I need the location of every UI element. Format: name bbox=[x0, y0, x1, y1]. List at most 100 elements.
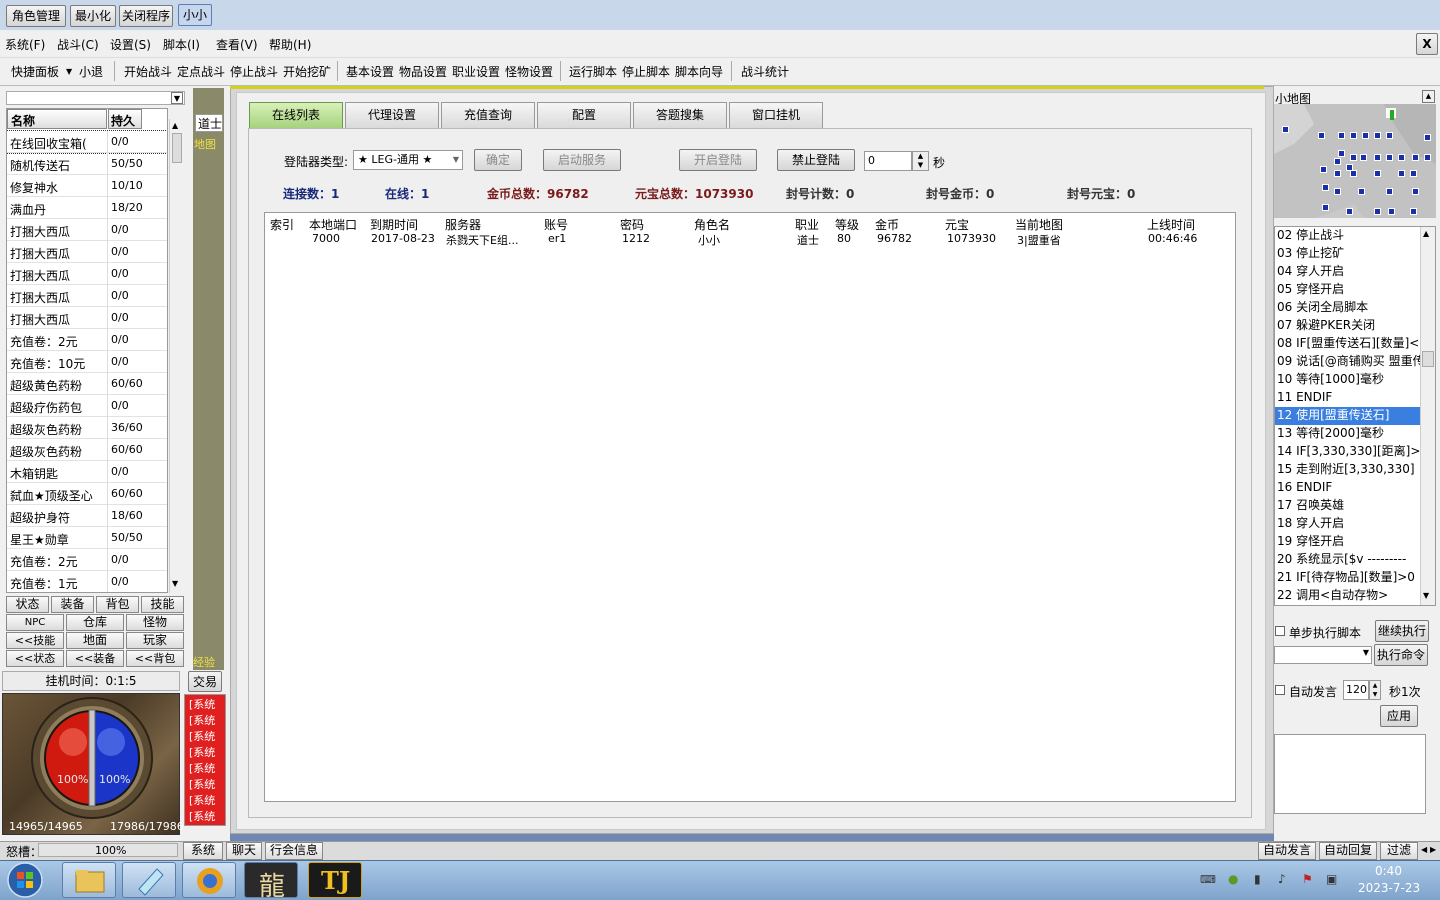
script-line[interactable]: 21 IF[待存物品][数量]>0 bbox=[1275, 569, 1421, 587]
combat-stats-button[interactable]: 战斗统计 bbox=[741, 63, 789, 80]
item-settings-button[interactable]: 物品设置 bbox=[399, 63, 447, 80]
col-map[interactable]: 当前地图 bbox=[1015, 216, 1063, 233]
script-line[interactable]: 13 等待[2000]毫秒 bbox=[1275, 425, 1421, 443]
inventory-row[interactable]: 打捆大西瓜 0/0 bbox=[7, 307, 167, 329]
cell-password[interactable]: 1212 bbox=[622, 232, 650, 245]
clock-date[interactable]: 2023-7-23 bbox=[1358, 881, 1420, 895]
collapse-icon[interactable]: ▲ bbox=[1422, 90, 1435, 103]
inventory-row[interactable]: 充值卷：1元 0/0 bbox=[7, 571, 167, 592]
chat-tab-system[interactable]: 系统 bbox=[183, 842, 223, 860]
cell-yuanbao[interactable]: 1073930 bbox=[947, 232, 996, 245]
tab-back-status[interactable]: <<状态 bbox=[6, 650, 64, 667]
inventory-row[interactable]: 修复神水 10/10 bbox=[7, 175, 167, 197]
cell-server[interactable]: 杀戮天下E组... bbox=[446, 232, 518, 248]
tab-bag[interactable]: 背包 bbox=[96, 596, 139, 613]
interval-spinner[interactable]: ▲ ▼ bbox=[1369, 680, 1381, 700]
cell-account[interactable]: er1 bbox=[548, 232, 566, 245]
inventory-row[interactable]: 打捆大西瓜 0/0 bbox=[7, 285, 167, 307]
scroll-down-icon[interactable]: ▼ bbox=[172, 579, 178, 588]
role-manage-button[interactable]: 角色管理 bbox=[6, 5, 66, 27]
inventory-row[interactable]: 超级灰色药粉 36/60 bbox=[7, 417, 167, 439]
inventory-row[interactable]: 在线回收宝箱(0/0 bbox=[7, 130, 167, 154]
chevron-down-icon[interactable]: ▼ bbox=[453, 151, 459, 169]
script-line[interactable]: 12 使用[盟重传送石] bbox=[1275, 407, 1421, 425]
tab-back-skills[interactable]: <<技能 bbox=[6, 632, 64, 649]
col-online-time[interactable]: 上线时间 bbox=[1147, 216, 1195, 233]
small-button[interactable]: 小小 bbox=[178, 4, 212, 26]
trade-button[interactable]: 交易 bbox=[188, 671, 222, 692]
col-role[interactable]: 角色名 bbox=[694, 216, 730, 233]
flag-icon[interactable]: ⚑ bbox=[1302, 872, 1313, 886]
script-line[interactable]: 17 召唤英雄 bbox=[1275, 497, 1421, 515]
tab-status[interactable]: 状态 bbox=[6, 596, 49, 613]
inventory-filter[interactable] bbox=[6, 91, 185, 105]
cell-class[interactable]: 道士 bbox=[797, 232, 819, 248]
tab-back-bag[interactable]: <<背包 bbox=[126, 650, 184, 667]
app-tray-icon[interactable]: ● bbox=[1228, 872, 1238, 886]
inventory-row[interactable]: 打捆大西瓜 0/0 bbox=[7, 219, 167, 241]
login-type-select[interactable]: ★ LEG-通用 ★ ▼ bbox=[353, 150, 463, 170]
notepad-icon[interactable] bbox=[122, 862, 176, 898]
explorer-icon[interactable] bbox=[62, 862, 116, 898]
exec-command-button[interactable]: 执行命令 bbox=[1374, 644, 1428, 666]
tab-proxy-settings[interactable]: 代理设置 bbox=[345, 102, 439, 128]
scroll-thumb[interactable] bbox=[1422, 351, 1434, 367]
minimize-button[interactable]: 最小化 bbox=[70, 5, 116, 27]
tab-recharge-query[interactable]: 充值查询 bbox=[441, 102, 535, 128]
menu-view[interactable]: 查看(V) bbox=[216, 36, 258, 53]
menu-combat[interactable]: 战斗(C) bbox=[57, 36, 99, 53]
minimap[interactable] bbox=[1274, 104, 1436, 218]
menu-help[interactable]: 帮助(H) bbox=[269, 36, 311, 53]
open-login-button[interactable]: 开启登陆 bbox=[679, 149, 757, 171]
apply-button[interactable]: 应用 bbox=[1380, 705, 1418, 727]
menu-settings[interactable]: 设置(S) bbox=[110, 36, 151, 53]
inventory-row[interactable]: 打捆大西瓜 0/0 bbox=[7, 241, 167, 263]
auto-speak-checkbox[interactable] bbox=[1275, 685, 1285, 695]
stop-script-button[interactable]: 停止脚本 bbox=[622, 63, 670, 80]
cell-level[interactable]: 80 bbox=[837, 232, 851, 245]
speak-textarea[interactable] bbox=[1274, 734, 1426, 814]
col-gold[interactable]: 金币 bbox=[875, 216, 899, 233]
cell-role[interactable]: 小小 bbox=[698, 232, 720, 248]
inventory-row[interactable]: 随机传送石 50/50 bbox=[7, 153, 167, 175]
class-settings-button[interactable]: 职业设置 bbox=[452, 63, 500, 80]
col-server[interactable]: 服务器 bbox=[445, 216, 481, 233]
tab-window-hang[interactable]: 窗口挂机 bbox=[729, 102, 823, 128]
close-program-button[interactable]: 关闭程序 bbox=[119, 5, 173, 27]
clock-time[interactable]: 0:40 bbox=[1375, 864, 1402, 878]
chat-tab-chat[interactable]: 聊天 bbox=[226, 842, 262, 860]
script-line[interactable]: 22 调用<自动存物> bbox=[1275, 587, 1421, 605]
col-name-header[interactable]: 名称 bbox=[7, 109, 107, 129]
chevron-down-icon[interactable]: ▼ bbox=[171, 92, 183, 104]
interval-input[interactable]: 120 bbox=[1343, 680, 1369, 700]
tab-back-equip[interactable]: <<装备 bbox=[66, 650, 124, 667]
inventory-scrollbar[interactable]: ▲ ▼ bbox=[169, 119, 184, 593]
cell-port[interactable]: 7000 bbox=[312, 232, 340, 245]
basic-settings-button[interactable]: 基本设置 bbox=[346, 63, 394, 80]
menu-system[interactable]: 系统(F) bbox=[5, 36, 45, 53]
script-line[interactable]: 10 等待[1000]毫秒 bbox=[1275, 371, 1421, 389]
script-wizard-button[interactable]: 脚本向导 bbox=[675, 63, 723, 80]
start-button[interactable] bbox=[5, 861, 45, 899]
tab-equipment[interactable]: 装备 bbox=[51, 596, 94, 613]
network-icon[interactable]: ▮ bbox=[1254, 872, 1261, 886]
script-line[interactable]: 16 ENDIF bbox=[1275, 479, 1421, 497]
ban-login-button[interactable]: 禁止登陆 bbox=[777, 149, 855, 171]
inventory-row[interactable]: 超级护身符 18/60 bbox=[7, 505, 167, 527]
tab-ground[interactable]: 地面 bbox=[66, 632, 124, 649]
inventory-row[interactable]: 弑血★顶级圣心 60/60 bbox=[7, 483, 167, 505]
script-line[interactable]: 08 IF[盟重传送石][数量]< bbox=[1275, 335, 1421, 353]
monster-settings-button[interactable]: 怪物设置 bbox=[505, 63, 553, 80]
script-line[interactable]: 04 穿人开启 bbox=[1275, 263, 1421, 281]
cell-online-time[interactable]: 00:46:46 bbox=[1148, 232, 1197, 245]
script-line[interactable]: 11 ENDIF bbox=[1275, 389, 1421, 407]
cell-gold[interactable]: 96782 bbox=[877, 232, 912, 245]
script-line[interactable]: 19 穿怪开启 bbox=[1275, 533, 1421, 551]
command-select[interactable]: ▼ bbox=[1274, 646, 1372, 664]
chevron-left-icon[interactable]: ◀ bbox=[1421, 845, 1427, 854]
script-line[interactable]: 09 说话[@商铺购买 盟重传 bbox=[1275, 353, 1421, 371]
col-yuanbao[interactable]: 元宝 bbox=[945, 216, 969, 233]
start-mining-button[interactable]: 开始挖矿 bbox=[283, 63, 331, 80]
script-line[interactable]: 07 躲避PKER关闭 bbox=[1275, 317, 1421, 335]
script-scrollbar[interactable]: ▲ ▼ bbox=[1420, 227, 1435, 605]
